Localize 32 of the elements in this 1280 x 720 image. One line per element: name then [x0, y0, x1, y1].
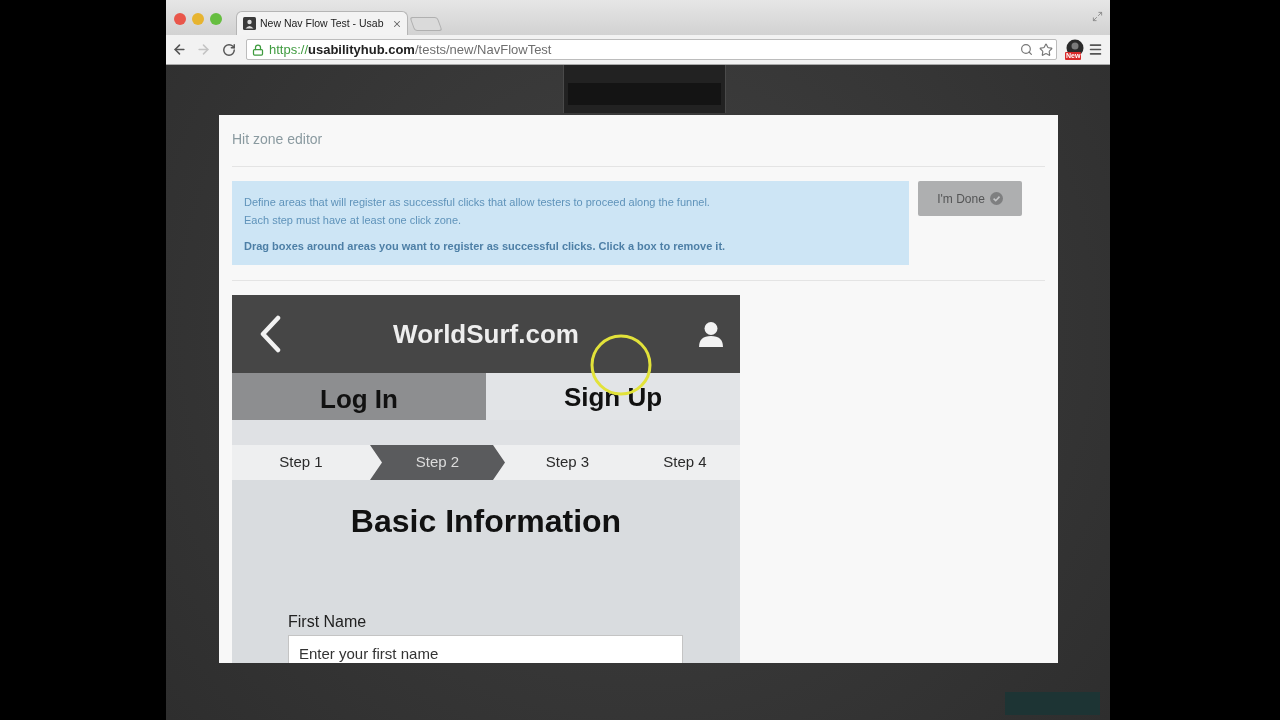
tab-title: New Nav Flow Test - Usab	[260, 17, 385, 30]
step-item[interactable]: Step 1	[232, 445, 370, 480]
instruction-text: Each step must have at least one click zone.	[244, 213, 463, 227]
browser-tab[interactable]: New Nav Flow Test - Usab	[236, 11, 408, 35]
site-title: WorldSurf.com	[393, 319, 579, 349]
bookmark-star-icon[interactable]	[1039, 42, 1053, 57]
mockup-tab[interactable]: Sign Up	[486, 373, 740, 420]
instruction-text: Drag boxes around areas you want to register as successful clicks. Click a box to remove it.	[244, 239, 727, 253]
menu-icon[interactable]	[1088, 42, 1103, 57]
form-heading: Basic Information	[350, 502, 622, 540]
close-tab-icon[interactable]	[392, 18, 402, 29]
fullscreen-icon[interactable]	[1092, 11, 1103, 22]
step-item[interactable]: Step 3	[505, 445, 630, 480]
search-icon[interactable]	[1020, 43, 1033, 56]
user-icon[interactable]	[698, 321, 724, 347]
input-field[interactable]: Enter your first name	[288, 635, 683, 663]
step-item[interactable]: Step 2	[370, 445, 505, 480]
address-bar[interactable]: https://usabilityhub.com/tests/new/NavFlowTest	[246, 39, 1057, 60]
maximize-dot-icon[interactable]	[210, 13, 222, 25]
field-label: First Name	[288, 613, 368, 631]
step-item[interactable]: Step 4	[630, 445, 740, 480]
favicon-icon	[243, 17, 256, 30]
instruction-text: Define areas that will register as successful clicks that allow testers to proceed along the funnel.	[244, 195, 711, 209]
url-text: https://usabilityhub.com/tests/new/NavFlowTest	[269, 41, 552, 58]
dialog-title: Hit zone editor	[232, 131, 323, 147]
check-circle-icon	[989, 192, 1003, 205]
close-dot-icon[interactable]	[174, 13, 186, 25]
back-icon[interactable]	[172, 42, 187, 57]
back-chevron-icon[interactable]	[258, 315, 282, 353]
mockup-tab[interactable]: Log In	[232, 373, 486, 420]
minimize-dot-icon[interactable]	[192, 13, 204, 25]
reload-icon[interactable]	[222, 42, 236, 57]
